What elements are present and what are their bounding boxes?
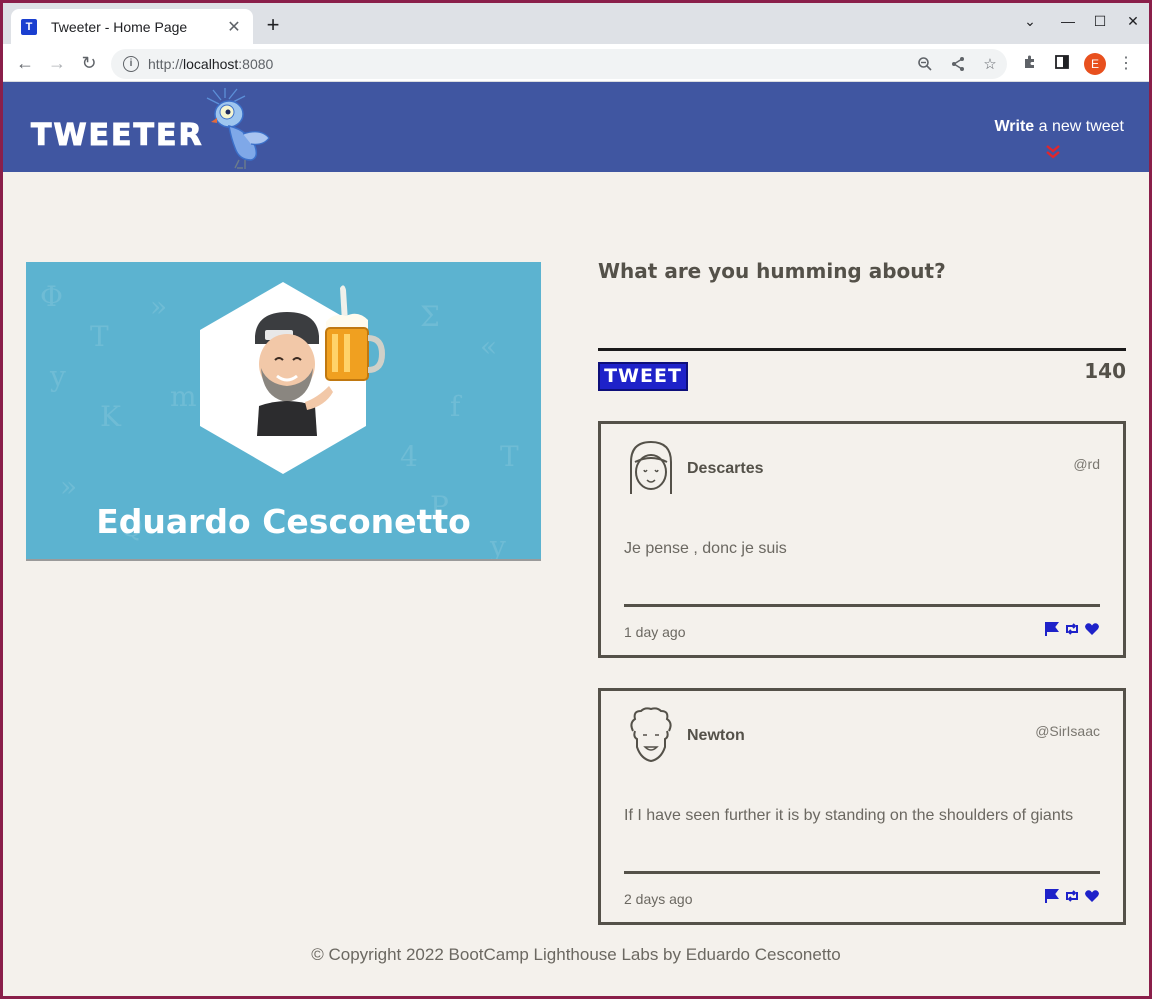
tab-search-icon[interactable]: ⌄ <box>1019 13 1041 30</box>
tab-home[interactable]: T Tweeter - Home Page ✕ <box>11 9 253 44</box>
user-avatar-icon <box>630 440 672 494</box>
tweet-submit-button[interactable]: TWEET <box>598 362 688 391</box>
composer-prompt: What are you humming about? <box>598 259 946 283</box>
profile-name: Eduardo Cesconetto <box>96 502 471 541</box>
flag-icon[interactable] <box>1044 621 1060 637</box>
url-text: http://localhost:8080 <box>148 56 274 72</box>
svg-text:m: m <box>170 380 197 413</box>
svg-text:y: y <box>49 360 66 393</box>
zoom-icon[interactable] <box>916 56 934 74</box>
minimize-icon[interactable]: — <box>1057 13 1079 29</box>
profile-avatar[interactable]: E <box>1084 53 1106 75</box>
favicon-icon: T <box>21 18 37 35</box>
heart-icon[interactable] <box>1084 621 1100 637</box>
svg-text:f: f <box>450 390 463 423</box>
reload-icon[interactable]: ↻ <box>78 52 100 74</box>
user-avatar-icon <box>630 707 672 763</box>
svg-text:»: » <box>60 470 77 503</box>
tweet-author-handle: @rd <box>1073 456 1100 472</box>
write-new-tweet-link[interactable]: Write a new tweet <box>994 118 1124 136</box>
svg-text:K: K <box>100 400 122 433</box>
new-tab-icon[interactable]: + <box>261 14 285 38</box>
maximize-icon[interactable]: ☐ <box>1089 13 1111 30</box>
site-info-icon[interactable]: i <box>123 56 139 72</box>
back-icon[interactable]: ← <box>14 52 36 74</box>
profile-card: Φ T» Ʃ «y KfT » Q P ym4 Eduardo Cesconet… <box>26 262 541 561</box>
double-chevron-down-icon[interactable] <box>1043 142 1063 162</box>
svg-text:4: 4 <box>400 440 418 473</box>
menu-icon[interactable]: ⋮ <box>1116 54 1136 74</box>
beer-mug-icon <box>325 285 386 381</box>
tweet-text-input[interactable] <box>598 299 1126 351</box>
tweet-author-name: Newton <box>687 727 745 744</box>
tweet-author-handle: @SirIsaac <box>1035 723 1100 739</box>
bookmark-star-icon[interactable]: ☆ <box>981 56 999 74</box>
retweet-icon[interactable] <box>1064 621 1080 637</box>
forward-icon[interactable]: → <box>46 52 68 74</box>
character-counter: 140 <box>1084 359 1126 383</box>
site-header: TWEETER Write a new tweet <box>3 82 1149 172</box>
svg-text:T: T <box>500 440 519 473</box>
close-tab-icon[interactable]: ✕ <box>225 17 243 37</box>
tweet-divider <box>624 871 1100 874</box>
bird-logo-icon <box>206 88 270 169</box>
svg-text:«: « <box>480 330 497 363</box>
extensions-icon[interactable] <box>1020 54 1040 74</box>
svg-text:Ʃ: Ʃ <box>420 300 440 333</box>
tweet-text: Je pense , donc je suis <box>624 540 787 557</box>
svg-text:Φ: Φ <box>40 280 63 313</box>
tweet-timestamp: 1 day ago <box>624 624 686 640</box>
flag-icon[interactable] <box>1044 888 1060 904</box>
tweet-divider <box>624 604 1100 607</box>
tweet-text: If I have seen further it is by standing… <box>624 807 1074 824</box>
tab-title: Tweeter - Home Page <box>51 18 188 35</box>
tweet-actions <box>1044 621 1100 637</box>
heart-icon[interactable] <box>1084 888 1100 904</box>
tweet-card: Descartes @rd Je pense , donc je suis 1 … <box>598 421 1126 658</box>
svg-text:T: T <box>90 320 109 353</box>
svg-text:»: » <box>150 290 167 323</box>
tweet-actions <box>1044 888 1100 904</box>
page-footer: © Copyright 2022 BootCamp Lighthouse Lab… <box>311 945 841 964</box>
site-logo[interactable]: TWEETER <box>31 118 204 154</box>
retweet-icon[interactable] <box>1064 888 1080 904</box>
tweet-timestamp: 2 days ago <box>624 891 693 907</box>
browser-toolbar: ← → ↻ i http://localhost:8080 ☆ E ⋮ <box>3 44 1149 82</box>
tweet-card: Newton @SirIsaac If I have seen further … <box>598 688 1126 925</box>
browser-window: T Tweeter - Home Page ✕ + ⌄ — ☐ ✕ ← → ↻ … <box>3 3 1149 996</box>
address-bar[interactable]: i http://localhost:8080 ☆ <box>111 49 1007 79</box>
close-window-icon[interactable]: ✕ <box>1122 13 1144 30</box>
tweet-author-name: Descartes <box>687 460 764 477</box>
share-icon[interactable] <box>949 56 967 74</box>
side-panel-icon[interactable] <box>1052 54 1072 74</box>
tab-strip: T Tweeter - Home Page ✕ + ⌄ — ☐ ✕ <box>3 3 1149 44</box>
